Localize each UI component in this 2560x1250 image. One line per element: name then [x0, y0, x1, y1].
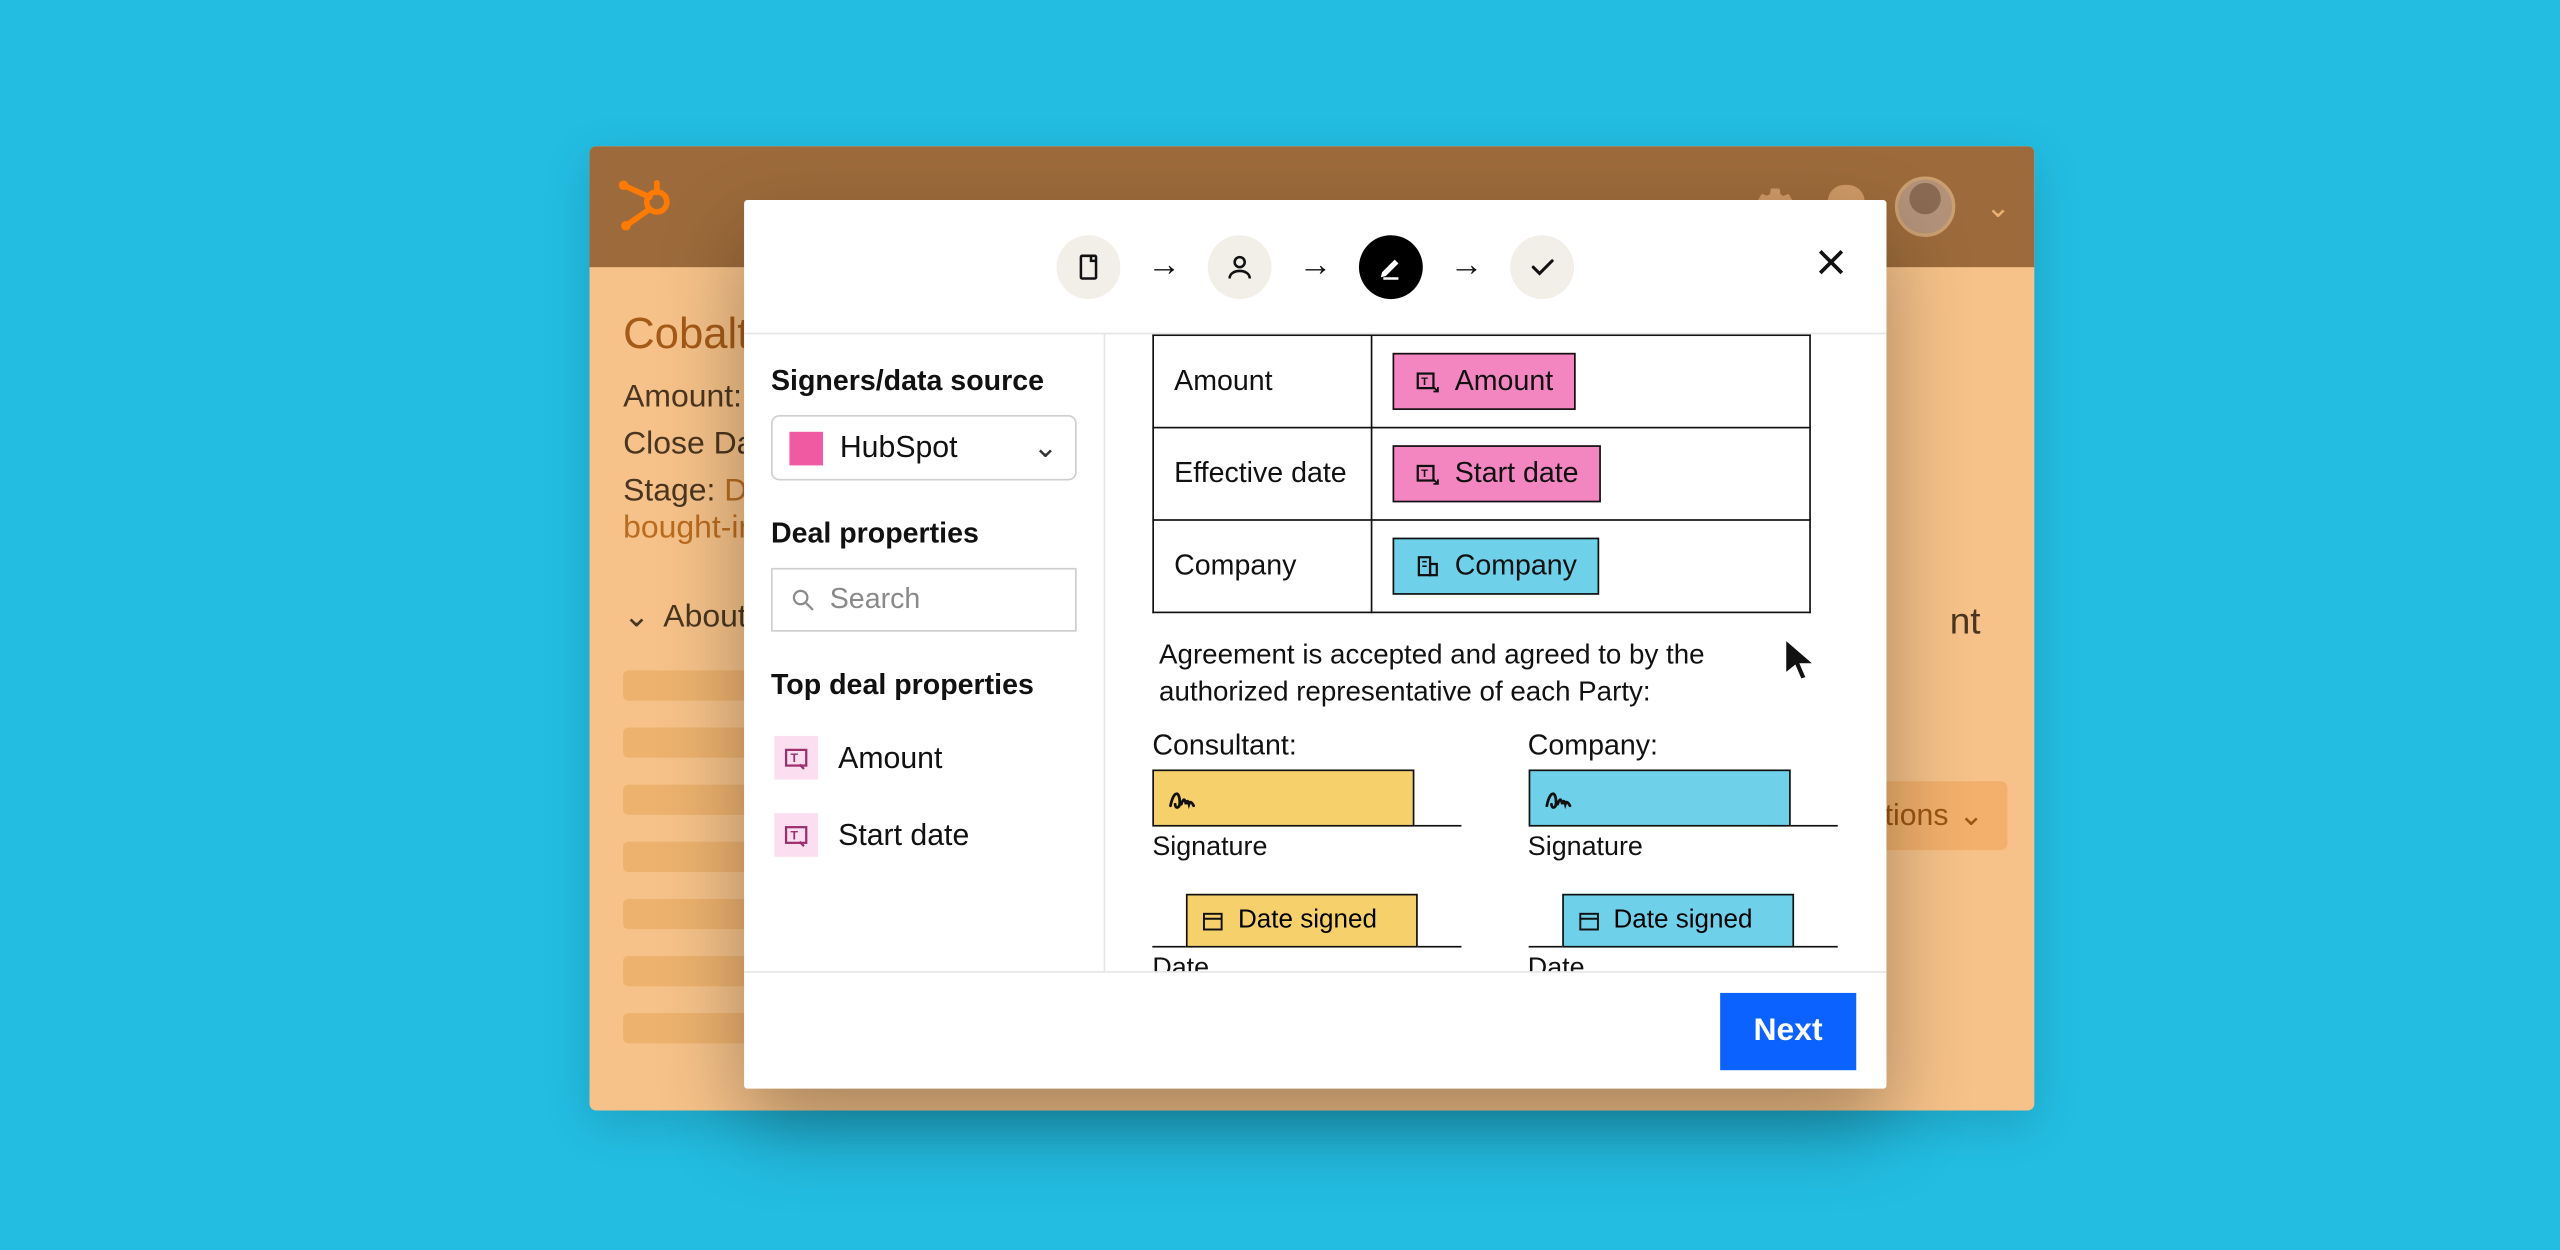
- signature-icon: [1543, 782, 1580, 812]
- hubspot-logo-icon: [616, 178, 673, 235]
- date-signed-label: Date signed: [1238, 905, 1377, 935]
- close-button[interactable]: [1813, 244, 1850, 289]
- svg-text:T: T: [1421, 468, 1428, 480]
- field-tag-company[interactable]: Company: [1393, 538, 1599, 595]
- tag-label: Amount: [1455, 365, 1553, 399]
- calendar-icon: [1201, 908, 1225, 932]
- field-mapping-table: Amount T Amount Effective date T: [1152, 334, 1811, 613]
- property-search-input[interactable]: Search: [771, 568, 1077, 632]
- arrow-icon: →: [1147, 247, 1181, 286]
- source-name: HubSpot: [840, 430, 958, 465]
- table-row: Amount T Amount: [1153, 335, 1810, 427]
- modal-sidebar: Signers/data source HubSpot ⌄ Deal prope…: [744, 334, 1105, 971]
- property-label: Start date: [838, 817, 969, 852]
- search-placeholder: Search: [830, 583, 921, 617]
- svg-text:T: T: [791, 751, 799, 765]
- step-signers[interactable]: [1208, 234, 1272, 298]
- field-tag-amount[interactable]: T Amount: [1393, 353, 1575, 410]
- signature-icon: [1167, 782, 1204, 812]
- text-field-icon: T: [1414, 368, 1441, 395]
- text-field-icon: T: [774, 736, 818, 780]
- step-document[interactable]: [1057, 234, 1121, 298]
- signature-field-consultant[interactable]: [1152, 769, 1414, 826]
- signature-label: Signature: [1528, 833, 1856, 863]
- date-signed-field-company[interactable]: Date signed: [1561, 893, 1793, 947]
- calendar-icon: [1577, 908, 1601, 932]
- date-signed-label: Date signed: [1613, 905, 1752, 935]
- svg-text:T: T: [1421, 376, 1428, 388]
- svg-text:T: T: [791, 828, 799, 842]
- modal-header: → → →: [744, 200, 1886, 334]
- text-field-icon: T: [774, 813, 818, 857]
- date-signed-field-consultant[interactable]: Date signed: [1186, 893, 1418, 947]
- text-field-icon: T: [1414, 460, 1441, 487]
- date-label: Date: [1152, 953, 1480, 971]
- top-properties-heading: Top deal properties: [771, 669, 1077, 703]
- agreement-text: Agreement is accepted and agreed to by t…: [1159, 637, 1831, 712]
- chevron-down-icon: ⌄: [623, 598, 650, 637]
- next-button[interactable]: Next: [1720, 992, 1856, 1069]
- arrow-icon: →: [1450, 247, 1484, 286]
- company-heading: Company:: [1528, 728, 1856, 762]
- step-review[interactable]: [1510, 234, 1574, 298]
- property-item-start-date[interactable]: T Start date: [771, 796, 1077, 873]
- source-color-swatch: [789, 431, 823, 465]
- chevron-down-icon: ⌄: [1959, 798, 1984, 833]
- about-label: About: [663, 599, 746, 636]
- table-row: Company Company: [1153, 520, 1810, 612]
- property-item-amount[interactable]: T Amount: [771, 719, 1077, 796]
- search-icon: [789, 586, 816, 613]
- stage-label: Stage:: [623, 474, 715, 509]
- date-label: Date: [1528, 953, 1856, 971]
- deal-properties-heading: Deal properties: [771, 517, 1077, 551]
- avatar[interactable]: [1895, 176, 1955, 236]
- document-pane: Amount T Amount Effective date T: [1105, 334, 1886, 971]
- row-label: Amount: [1153, 335, 1371, 427]
- tag-label: Company: [1455, 549, 1577, 583]
- arrow-icon: →: [1298, 247, 1332, 286]
- property-label: Amount: [838, 740, 942, 775]
- signature-field-company[interactable]: [1528, 769, 1790, 826]
- signature-label: Signature: [1152, 833, 1480, 863]
- field-tag-start-date[interactable]: T Start date: [1393, 445, 1601, 502]
- company-icon: [1414, 553, 1441, 580]
- template-editor-modal: → → → Signers/data source: [744, 200, 1886, 1089]
- right-text-fragment: nt: [1950, 600, 1981, 644]
- chevron-down-icon: ⌄: [1033, 430, 1058, 465]
- row-label: Effective date: [1153, 428, 1371, 520]
- row-label: Company: [1153, 520, 1371, 612]
- modal-footer: Next: [744, 971, 1886, 1089]
- step-edit-fields[interactable]: [1359, 234, 1423, 298]
- signers-heading: Signers/data source: [771, 365, 1077, 399]
- consultant-heading: Consultant:: [1152, 728, 1480, 762]
- signature-grid: Consultant: Signature Da: [1152, 728, 1856, 971]
- tag-label: Start date: [1455, 457, 1579, 491]
- table-row: Effective date T Start date: [1153, 428, 1810, 520]
- data-source-select[interactable]: HubSpot ⌄: [771, 415, 1077, 481]
- chevron-down-icon[interactable]: ⌄: [1985, 189, 2010, 224]
- wizard-steps: → → →: [1057, 234, 1574, 298]
